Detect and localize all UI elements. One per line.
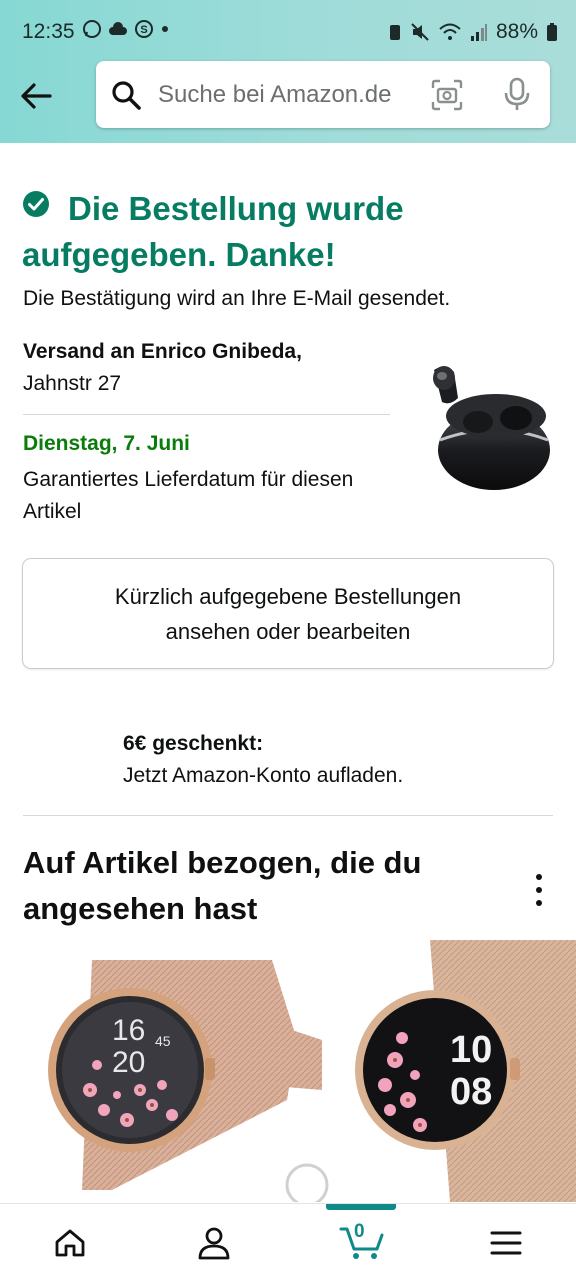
whatsapp-icon: [83, 20, 101, 38]
delivery-guarantee-note: Garantiertes Lieferdatum für diesen Arti…: [23, 468, 354, 523]
order-success-line1: Die Bestellung wurde: [68, 190, 404, 227]
cart-count-badge: 0: [354, 1221, 365, 1242]
more-options-icon[interactable]: [530, 872, 548, 908]
order-success-line2: aufgegeben. Danke!: [22, 236, 336, 273]
user-icon: [198, 1227, 230, 1259]
wifi-icon: [439, 23, 461, 40]
nav-menu[interactable]: [456, 1204, 556, 1281]
promo-text[interactable]: Jetzt Amazon-Konto aufladen.: [123, 764, 403, 788]
back-arrow-icon[interactable]: [18, 78, 54, 114]
svg-text:S: S: [140, 24, 147, 36]
delivery-date: Dienstag, 7. Juni: [23, 432, 190, 455]
cloud-icon: [109, 22, 127, 35]
watch2-minute: 08: [450, 1071, 492, 1113]
watch2-hour: 10: [450, 1029, 492, 1071]
divider: [23, 815, 553, 816]
email-confirmation-note: Die Bestätigung wird an Ihre E-Mail gese…: [23, 287, 451, 310]
promo-title[interactable]: 6€ geschenkt:: [123, 732, 263, 756]
mute-icon: [411, 23, 429, 41]
recommendations-title: Auf Artikel bezogen, die du angesehen ha…: [23, 845, 422, 926]
nav-account[interactable]: [164, 1204, 264, 1281]
search-input[interactable]: Suche bei Amazon.de: [96, 61, 550, 128]
microphone-icon[interactable]: [502, 76, 532, 112]
watch1-minute: 20: [112, 1046, 145, 1079]
dot-icon: [162, 26, 168, 32]
earbuds-product-image[interactable]: [420, 358, 556, 498]
divider: [23, 414, 390, 415]
product-smartwatch-2[interactable]: 10 08: [340, 940, 576, 1202]
home-icon: [55, 1229, 85, 1256]
order-success-title: Die Bestellung wurde aufgegeben. Danke!: [22, 186, 482, 278]
bottom-navigation: [0, 1203, 576, 1281]
signal-icon: [470, 24, 487, 41]
search-icon: [112, 81, 141, 110]
status-bar: 12:35 S 88%: [0, 0, 576, 62]
s-app-icon: S: [135, 20, 153, 38]
view-recent-orders-button[interactable]: Kürzlich aufgegebene Bestellungen ansehe…: [22, 558, 554, 669]
lock-battery-icon: [389, 25, 400, 40]
notification-icons: S: [82, 19, 170, 39]
battery-percent: 88%: [495, 20, 538, 43]
ship-to-street: Jahnstr 27: [23, 372, 122, 395]
nav-home[interactable]: [20, 1204, 120, 1281]
system-icons: 88%: [388, 20, 558, 44]
camera-scan-icon[interactable]: [430, 78, 464, 112]
ship-to-name: Versand an Enrico Gnibeda,: [23, 340, 302, 363]
app-header: 12:35 S 88% Suche bei Amazon.de: [0, 0, 576, 143]
watch1-seconds: 45: [155, 1033, 171, 1049]
product-smartwatch-1[interactable]: 16 20 45: [22, 940, 332, 1202]
view-recent-orders-label: Kürzlich aufgegebene Bestellungen ansehe…: [114, 583, 462, 644]
search-placeholder: Suche bei Amazon.de: [158, 81, 392, 108]
hamburger-menu-icon: [490, 1231, 522, 1254]
status-time: 12:35: [22, 20, 75, 43]
battery-icon: [547, 23, 557, 41]
watch1-hour: 16: [112, 1014, 145, 1047]
